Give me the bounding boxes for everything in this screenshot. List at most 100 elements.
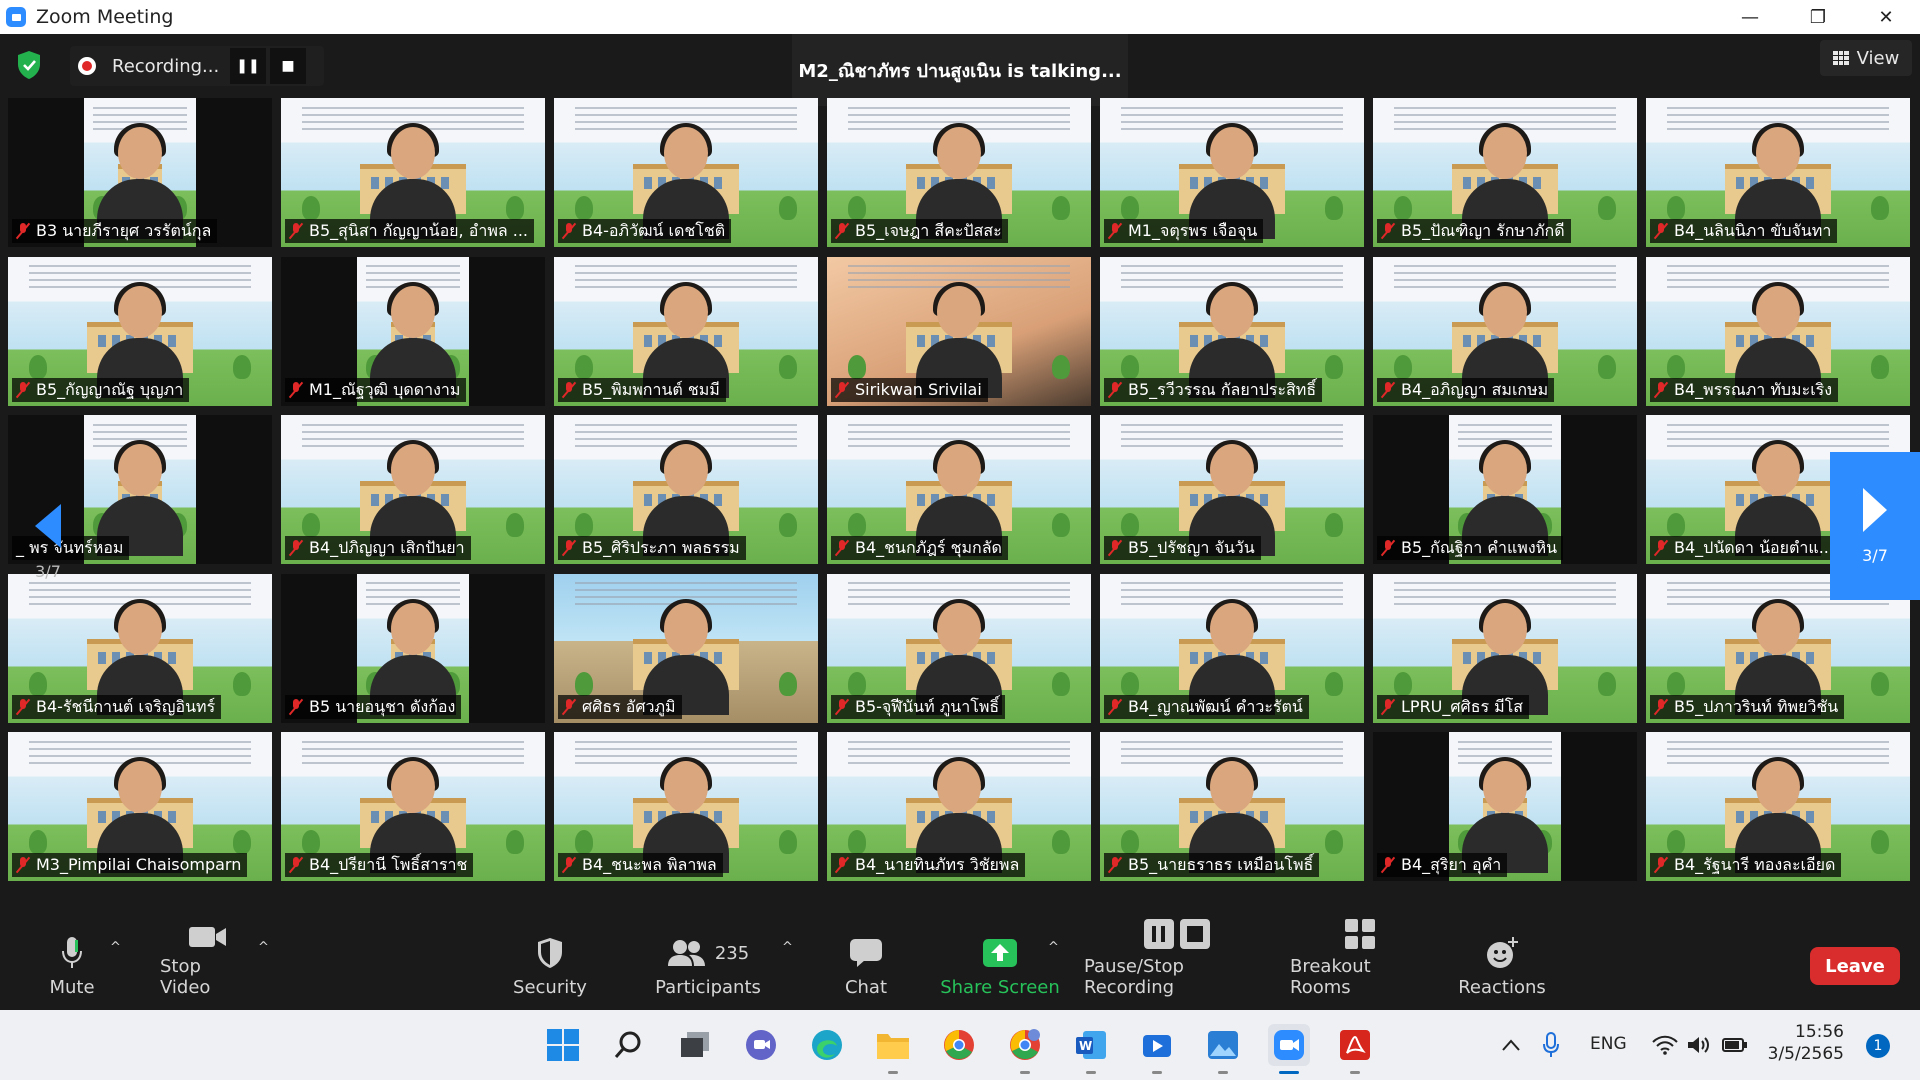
battery-icon[interactable] <box>1714 1024 1756 1066</box>
word-icon[interactable]: W <box>1070 1024 1112 1074</box>
participant-video-tile[interactable]: M1_ณัฐวุฒิ บุดดางาม <box>281 256 545 406</box>
teams-chat-icon[interactable] <box>740 1024 782 1066</box>
notification-badge[interactable]: 1 <box>1866 1034 1890 1058</box>
muted-mic-icon <box>1381 381 1395 399</box>
participants-button[interactable]: 235 Participants <box>655 928 761 998</box>
zoom-icon[interactable] <box>1268 1024 1310 1074</box>
participant-video-tile[interactable]: B4_พรรณภา ทับมะเริง <box>1646 256 1910 406</box>
participant-video-tile[interactable]: B4_ชนกภัฎร์ ชุมกลัด <box>827 415 1091 564</box>
microphone-in-use-icon[interactable] <box>1530 1024 1572 1066</box>
participant-name: B5_ศิริประภา พลธรรม <box>582 538 740 557</box>
participant-video-tile[interactable]: B4_รัฐนารี ทองละเอียด <box>1646 732 1910 881</box>
close-button[interactable]: ✕ <box>1852 0 1920 34</box>
participants-options-caret-icon[interactable]: ^ <box>782 940 793 955</box>
participant-video-tile[interactable]: Sirikwan Srivilai <box>827 256 1091 406</box>
participant-video-tile[interactable]: ศศิธร อัศวภูมิ <box>554 573 818 723</box>
participant-video-tile[interactable]: B4_ปภิญญา เสิกปันยา <box>281 415 545 564</box>
participant-video-tile[interactable]: M1_จตุรพร เจือจุน <box>1100 98 1364 247</box>
share-screen-button[interactable]: Share Screen <box>940 928 1060 998</box>
participant-video-tile[interactable]: B5 นายอนุชา ดังก้อง <box>281 573 545 723</box>
stop-recording-button[interactable]: ■ <box>270 48 306 84</box>
participant-name: M3_Pimpilai Chaisomparn <box>36 855 242 874</box>
leave-button[interactable]: Leave <box>1810 947 1900 985</box>
participant-video-tile[interactable]: B4_ญาณพัฒน์ คำวะรัตน์ <box>1100 573 1364 723</box>
muted-mic-icon <box>1654 539 1668 557</box>
participant-video-tile[interactable]: B4_สุริยา อุคำ <box>1373 732 1637 881</box>
video-options-caret-icon[interactable]: ^ <box>258 940 269 955</box>
participant-video-tile[interactable]: B5_รวีวรรณ กัลยาประสิทธิ์ <box>1100 256 1364 406</box>
pause-stop-recording-label: Pause/Stop Recording <box>1084 956 1184 998</box>
search-icon[interactable] <box>608 1024 650 1066</box>
participant-name: B5_รวีวรรณ กัลยาประสิทธิ์ <box>1128 379 1317 399</box>
next-page-button[interactable]: 3/7 <box>1830 452 1920 600</box>
participant-video-tile[interactable]: B4_นลินนิภา ขับจันทา <box>1646 98 1910 247</box>
participant-name-tag: B4-อภิวัฒน์ เดชโชติ <box>558 219 732 243</box>
participant-name-tag: B4_ปรียานี โพธิ์สาราช <box>285 853 474 877</box>
mute-button[interactable]: Mute <box>44 928 100 998</box>
muted-mic-icon <box>289 698 303 716</box>
participant-video-tile[interactable]: M3_Pimpilai Chaisomparn <box>8 732 272 881</box>
chrome-icon[interactable] <box>938 1024 980 1066</box>
minimize-button[interactable]: — <box>1716 0 1784 34</box>
clock-time[interactable]: 15:56 <box>1772 1022 1844 1042</box>
participant-video-tile[interactable]: B5_นายธราธร เหมือนโพธิ์ <box>1100 732 1364 881</box>
muted-mic-icon <box>16 381 30 399</box>
participant-name: B5_กัญญาณัฐ บุญภา <box>36 379 184 399</box>
participant-name: B5 นายอนุชา ดังก้อง <box>309 696 456 716</box>
file-explorer-icon[interactable] <box>872 1024 914 1074</box>
audio-options-caret-icon[interactable]: ^ <box>110 940 121 955</box>
participant-video-tile[interactable]: B5_พิมพกานต์ ชมมี <box>554 256 818 406</box>
task-view-icon[interactable] <box>674 1024 716 1066</box>
participant-video-tile[interactable]: B3 นายภีรายุศ วรรัตน์กุล <box>8 98 272 247</box>
chat-button[interactable]: Chat <box>838 928 894 998</box>
participant-name-tag: M1_จตุรพร เจือจุน <box>1104 219 1264 243</box>
media-player-icon[interactable] <box>1136 1024 1178 1074</box>
previous-page-button[interactable]: 3/7 <box>8 468 88 616</box>
participant-video-tile[interactable]: B5_ปรัชญา จันวัน <box>1100 415 1364 564</box>
participant-name: B4_ปนัดดา น้อยตำแ... <box>1674 538 1834 557</box>
encryption-shield-icon[interactable] <box>16 50 42 80</box>
participant-video-tile[interactable]: LPRU_ศศิธร มีโส <box>1373 573 1637 723</box>
view-button[interactable]: View <box>1820 40 1912 76</box>
participant-video-tile[interactable]: B5-จุฬีนันท์ ภูนาโพธิ์ <box>827 573 1091 723</box>
participant-video-tile[interactable]: B5_เจษฎา สีคะปัสสะ <box>827 98 1091 247</box>
participant-video-tile[interactable]: B5_กัณฐิกา คำแพงหิน <box>1373 415 1637 564</box>
share-options-caret-icon[interactable]: ^ <box>1048 940 1059 955</box>
participant-video-tile[interactable]: B5_สุนิสา กัญญาน้อย, อำพล ... <box>281 98 545 247</box>
chrome-profile-icon[interactable] <box>1004 1024 1046 1074</box>
participant-video-tile[interactable]: B4_ปรียานี โพธิ์สาราช <box>281 732 545 881</box>
participant-video-tile[interactable]: B4_นายทินภัทร วิชัยพล <box>827 732 1091 881</box>
edge-icon[interactable] <box>806 1024 848 1066</box>
participant-name-tag: LPRU_ศศิธร มีโส <box>1377 694 1530 719</box>
participant-name: B4_รัฐนารี ทองละเอียด <box>1674 855 1836 874</box>
stop-video-button[interactable]: Stop Video <box>160 927 256 998</box>
microphone-icon <box>61 935 83 971</box>
pause-stop-recording-button[interactable]: Pause/Stop Recording <box>1084 919 1270 998</box>
pause-recording-button[interactable]: ❚❚ <box>230 48 266 84</box>
participant-name: B4_ปรียานี โพธิ์สาราช <box>309 855 468 874</box>
muted-mic-icon <box>835 381 849 399</box>
participant-video-tile[interactable]: B4_อภิญญา สมเกษม <box>1373 256 1637 406</box>
photos-icon[interactable] <box>1202 1024 1244 1074</box>
participant-name-tag: B5_เจษฎา สีคะปัสสะ <box>831 219 1008 243</box>
muted-mic-icon <box>562 539 576 557</box>
participant-name-tag: B4_พรรณภา ทับมะเริง <box>1650 377 1839 402</box>
muted-mic-icon <box>1654 222 1668 240</box>
participant-name-tag: Sirikwan Srivilai <box>831 377 988 402</box>
participant-video-tile[interactable]: B4-อภิวัฒน์ เดชโชติ <box>554 98 818 247</box>
participant-video-tile[interactable]: B4_ชนะพล พิลาพล <box>554 732 818 881</box>
clock-date[interactable]: 3/5/2565 <box>1760 1044 1844 1064</box>
maximize-button[interactable]: ❐ <box>1784 0 1852 34</box>
participant-video-tile[interactable]: B5_กัญญาณัฐ บุญภา <box>8 256 272 406</box>
security-button[interactable]: Security <box>512 928 588 998</box>
breakout-rooms-button[interactable]: Breakout Rooms <box>1290 919 1430 998</box>
participant-name-tag: B4_ชนกภัฎร์ ชุมกลัด <box>831 536 1008 560</box>
participant-video-tile[interactable]: B5_ปัณฑิญา รักษาภักดี <box>1373 98 1637 247</box>
input-language[interactable]: ENG <box>1590 1034 1627 1054</box>
acrobat-icon[interactable] <box>1334 1024 1376 1074</box>
show-hidden-icons-chevron-icon[interactable] <box>1490 1024 1532 1066</box>
participant-video-tile[interactable]: B5_ศิริประภา พลธรรม <box>554 415 818 564</box>
reactions-button[interactable]: Reactions <box>1454 928 1550 998</box>
start-icon[interactable] <box>542 1024 584 1066</box>
participant-name: B5_กัณฐิกา คำแพงหิน <box>1401 538 1558 557</box>
